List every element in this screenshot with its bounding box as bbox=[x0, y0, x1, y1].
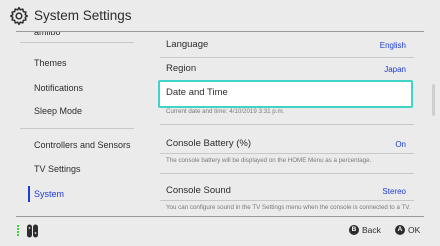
sidebar-divider bbox=[20, 128, 134, 129]
region-value: Japan bbox=[384, 65, 406, 74]
console-battery-description: The console battery will be displayed on… bbox=[166, 157, 372, 164]
scrollbar[interactable] bbox=[432, 84, 435, 116]
ok-button[interactable]: OK bbox=[408, 225, 420, 235]
joycon-icon bbox=[27, 224, 38, 238]
page-title: System Settings bbox=[34, 8, 132, 23]
row-divider bbox=[160, 57, 414, 58]
sidebar-divider bbox=[20, 42, 134, 43]
a-button-icon: A bbox=[395, 225, 405, 235]
row-divider bbox=[160, 200, 414, 201]
language-label[interactable]: Language bbox=[166, 39, 208, 50]
row-divider bbox=[160, 153, 414, 154]
region-label[interactable]: Region bbox=[166, 63, 196, 74]
date-and-time-description: Current date and time: 4/10/2019 3:31 p.… bbox=[166, 108, 285, 115]
console-sound-value: Stereo bbox=[382, 187, 406, 196]
console-sound-label[interactable]: Console Sound bbox=[166, 185, 231, 196]
console-battery-label[interactable]: Console Battery (%) bbox=[166, 138, 251, 149]
sidebar-item-amiibo[interactable]: amiibo bbox=[34, 32, 61, 37]
sidebar-item-system[interactable]: System bbox=[34, 189, 64, 199]
row-divider bbox=[160, 173, 414, 174]
date-and-time-label[interactable]: Date and Time bbox=[166, 87, 228, 98]
footer: B Back A OK bbox=[0, 217, 440, 246]
sidebar: amiibo Themes Notifications Sleep Mode C… bbox=[0, 32, 150, 214]
active-indicator bbox=[28, 186, 30, 202]
language-value: English bbox=[379, 41, 406, 50]
sidebar-item-themes[interactable]: Themes bbox=[34, 58, 67, 68]
sidebar-item-controllers-and-sensors[interactable]: Controllers and Sensors bbox=[34, 140, 131, 150]
console-battery-value: On bbox=[395, 140, 406, 149]
player-lights-icon bbox=[16, 225, 20, 237]
header: System Settings bbox=[0, 0, 440, 32]
row-divider bbox=[160, 124, 414, 125]
sidebar-item-tv-settings[interactable]: TV Settings bbox=[34, 164, 81, 174]
sidebar-item-sleep-mode[interactable]: Sleep Mode bbox=[34, 106, 82, 116]
gear-icon bbox=[9, 6, 29, 26]
back-button[interactable]: Back bbox=[362, 225, 381, 235]
console-sound-description: You can configure sound in the TV Settin… bbox=[166, 204, 411, 211]
b-button-icon: B bbox=[349, 225, 359, 235]
settings-list: Language English Region Japan Date and T… bbox=[150, 32, 428, 214]
sidebar-item-notifications[interactable]: Notifications bbox=[34, 83, 83, 93]
